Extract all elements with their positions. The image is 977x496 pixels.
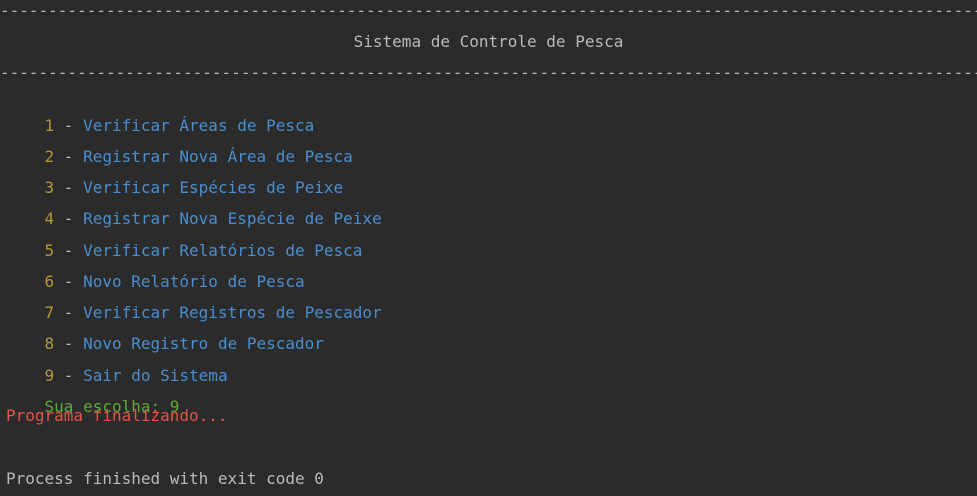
menu-item: 6 - Novo Relatório de Pesca [6,249,305,291]
app-title: Sistema de Controle de Pesca [353,32,624,51]
exit-message: Process finished with exit code 0 [6,469,324,488]
menu-item: 7 - Verificar Registros de Pescador [6,280,382,322]
status-message: Programa finalizando... [6,406,228,425]
menu-item: 9 - Sair do Sistema [6,343,228,385]
menu-item: 3 - Verificar Espécies de Peixe [6,155,344,197]
menu-item: 5 - Verificar Relatórios de Pesca [6,218,363,260]
menu-item: 1 - Verificar Áreas de Pesca [6,93,315,135]
console-output: ----------------------------------------… [0,0,977,496]
menu-item: 4 - Registrar Nova Espécie de Peixe [6,186,382,228]
menu-item: 2 - Registrar Nova Área de Pesca [6,124,353,166]
choice-prompt[interactable]: Sua escolha: 9 [6,374,180,416]
menu-item: 8 - Novo Registro de Pescador [6,311,324,353]
divider-top: ----------------------------------------… [0,1,977,20]
divider-bottom: ----------------------------------------… [0,63,977,82]
